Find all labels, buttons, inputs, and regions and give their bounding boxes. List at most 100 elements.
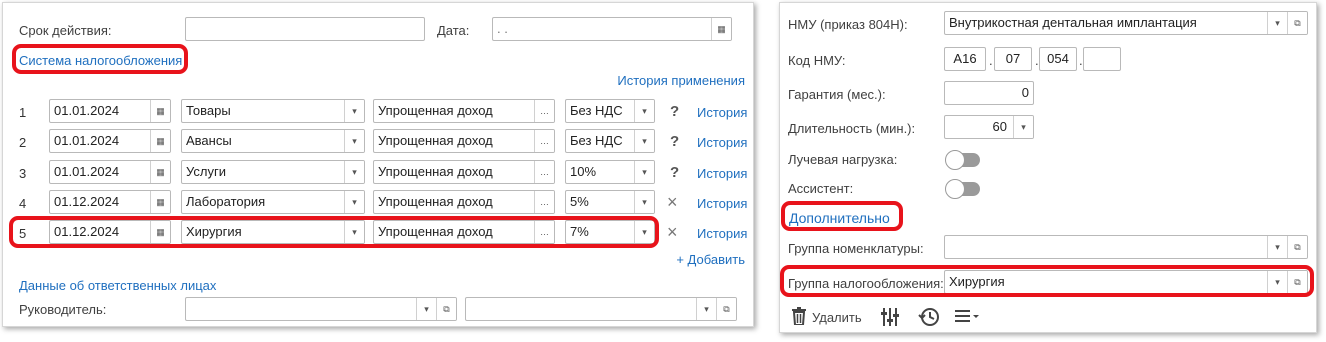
question-icon[interactable]: ?	[670, 164, 679, 181]
row-history-link[interactable]: История	[697, 166, 747, 181]
chevron-down-icon[interactable]: ▾	[696, 298, 716, 320]
row-mode-select[interactable]: Упрощенная доход…	[373, 129, 555, 153]
validity-input[interactable]	[185, 17, 425, 41]
row-vat-select[interactable]: 10% ▾	[565, 160, 655, 184]
row-history-link[interactable]: История	[697, 105, 747, 120]
radiation-toggle[interactable]	[945, 150, 980, 170]
row-number: 2	[19, 135, 27, 150]
row-category-value: Лаборатория	[186, 194, 266, 209]
chevron-down-icon[interactable]: ▾	[416, 298, 436, 320]
chevron-down-icon[interactable]: ▾	[634, 100, 654, 122]
row-date-input[interactable]: 01.01.2024 ▦	[49, 99, 171, 123]
nmu-select[interactable]: Внутрикостная дентальная имплантация ▾ ⧉	[944, 11, 1308, 35]
chevron-down-icon[interactable]: ▾	[634, 130, 654, 152]
chevron-down-icon[interactable]: ▾	[634, 191, 654, 213]
row-category-select[interactable]: Товары ▾	[181, 99, 365, 123]
history-application-link[interactable]: История применения	[617, 73, 745, 88]
warranty-label: Гарантия (мес.):	[788, 87, 886, 102]
code-label: Код НМУ:	[788, 53, 846, 68]
row-history-link[interactable]: История	[697, 135, 747, 150]
row-mode-value: Упрощенная доход	[378, 194, 493, 209]
calendar-icon[interactable]: ▦	[150, 130, 170, 152]
assistant-label: Ассистент:	[788, 181, 854, 196]
chevron-down-icon[interactable]: ▾	[634, 161, 654, 183]
row-vat-value: Без НДС	[570, 103, 623, 118]
code-part-2[interactable]: 07	[994, 47, 1032, 71]
code-separator: .	[989, 53, 993, 68]
chevron-down-icon[interactable]: ▾	[344, 161, 364, 183]
history-icon[interactable]	[918, 307, 940, 327]
assistant-toggle[interactable]	[945, 179, 980, 199]
row-mode-select[interactable]: Упрощенная доход …	[373, 190, 555, 214]
duration-input[interactable]: 60 ▾	[944, 115, 1034, 139]
head-second-select[interactable]: ▾ ⧉	[465, 297, 737, 321]
chevron-down-icon[interactable]: ▾	[344, 130, 364, 152]
row-4: 4 01.12.2024 ▦ Лаборатория ▾ Упрощенная до…	[3, 190, 755, 216]
nmu-label: НМУ (приказ 804Н):	[788, 17, 908, 32]
toggle-knob	[945, 179, 965, 199]
row-mode-select[interactable]: Упрощенная доход…	[373, 99, 555, 123]
row-category-select[interactable]: Услуги ▾	[181, 160, 365, 184]
row-vat-select[interactable]: 5% ▾	[565, 190, 655, 214]
close-icon[interactable]: ×	[667, 192, 678, 213]
row-date-value: 01.12.2024	[54, 194, 120, 209]
calendar-icon[interactable]: ▦	[150, 191, 170, 213]
duration-value: 60	[992, 119, 1007, 134]
add-link[interactable]: + Добавить	[676, 252, 745, 267]
date-label: Дата:	[437, 23, 470, 38]
row-date-value: 01.01.2024	[54, 164, 120, 179]
close-icon[interactable]: ×	[667, 222, 678, 243]
settings-sliders-icon[interactable]	[880, 307, 900, 327]
code-part-1[interactable]: A16	[944, 47, 986, 71]
right-form-panel: НМУ (приказ 804Н): Внутрикостная денталь…	[779, 2, 1317, 333]
warranty-input[interactable]: 0	[944, 81, 1034, 105]
row-category-select[interactable]: Лаборатория ▾	[181, 190, 365, 214]
row-category-value: Товары	[186, 103, 231, 118]
row-number: 1	[19, 105, 27, 120]
calendar-icon[interactable]: ▦	[711, 18, 731, 40]
code-part-4[interactable]	[1083, 47, 1121, 71]
row-vat-value: 5%	[570, 194, 589, 209]
responsible-persons-link[interactable]: Данные об ответственных лицах	[19, 278, 216, 293]
highlight-tax-system	[12, 44, 188, 74]
chevron-down-icon[interactable]: ▾	[344, 100, 364, 122]
calendar-icon[interactable]: ▦	[150, 100, 170, 122]
row-category-select[interactable]: Авансы ▾	[181, 129, 365, 153]
chevron-down-icon[interactable]: ▾	[1267, 236, 1287, 258]
open-icon[interactable]: ⧉	[436, 298, 456, 320]
code-part-3[interactable]: 054	[1039, 47, 1077, 71]
row-category-value: Услуги	[186, 164, 226, 179]
question-icon[interactable]: ?	[670, 103, 679, 120]
date-input[interactable]: . . ▦	[492, 17, 732, 41]
open-icon[interactable]: ⧉	[1287, 236, 1307, 258]
chevron-down-icon[interactable]: ▾	[344, 191, 364, 213]
row-vat-select[interactable]: Без НДС ▾	[565, 129, 655, 153]
open-icon[interactable]: ⧉	[1287, 12, 1307, 34]
chevron-down-icon[interactable]: ▾	[1013, 116, 1033, 138]
row-history-link[interactable]: История	[697, 196, 747, 211]
nomenclature-group-select[interactable]: ▾ ⧉	[944, 235, 1308, 259]
row-2: 2 01.01.2024 ▦ Авансы ▾ Упрощенная доход… …	[3, 129, 755, 155]
trash-icon	[792, 307, 806, 328]
ellipsis-icon[interactable]: …	[534, 161, 554, 183]
open-icon[interactable]: ⧉	[716, 298, 736, 320]
row-history-link[interactable]: История	[697, 226, 747, 241]
head-select[interactable]: ▾ ⧉	[185, 297, 457, 321]
question-icon[interactable]: ?	[670, 133, 679, 150]
chevron-down-icon[interactable]: ▾	[1267, 12, 1287, 34]
calendar-icon[interactable]: ▦	[150, 161, 170, 183]
row-date-input[interactable]: 01.01.2024 ▦	[49, 129, 171, 153]
delete-button[interactable]: Удалить	[792, 307, 862, 328]
row-vat-select[interactable]: Без НДС ▾	[565, 99, 655, 123]
ellipsis-icon[interactable]: …	[534, 100, 554, 122]
row-mode-select[interactable]: Упрощенная доход…	[373, 160, 555, 184]
highlight-row-5	[9, 216, 659, 248]
ellipsis-icon[interactable]: …	[534, 191, 554, 213]
head-label: Руководитель:	[19, 302, 107, 317]
row-date-input[interactable]: 01.12.2024 ▦	[49, 190, 171, 214]
row-date-input[interactable]: 01.01.2024 ▦	[49, 160, 171, 184]
highlight-tax-group	[780, 265, 1314, 297]
ellipsis-icon[interactable]: …	[534, 130, 554, 152]
row-3: 3 01.01.2024 ▦ Услуги ▾ Упрощенная доход… …	[3, 160, 755, 186]
menu-icon[interactable]	[954, 307, 980, 325]
